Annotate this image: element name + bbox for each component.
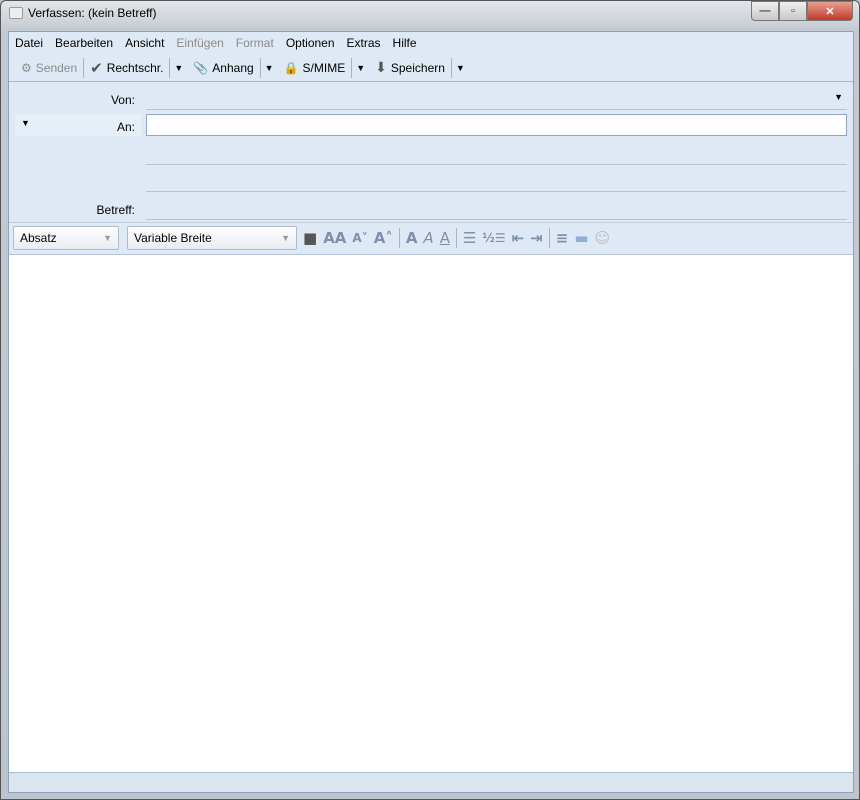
subject-label: Betreff:	[96, 203, 135, 217]
compose-window: Datei Bearbeiten Ansicht Einfügen Format…	[8, 31, 854, 793]
send-label: Senden	[35, 60, 78, 75]
save-button[interactable]: ⬇ Speichern	[369, 56, 451, 80]
format-toolbar: Absatz ▼ Variable Breite ▼ ■ AA A˅ A˄ A A …	[9, 222, 853, 252]
close-button[interactable]: ✕	[807, 1, 853, 21]
menu-datei[interactable]: Datei	[15, 36, 43, 50]
checkmark-icon: ✔	[90, 59, 103, 77]
from-select[interactable]	[146, 109, 847, 110]
message-body-editor[interactable]	[9, 254, 853, 772]
bold-icon[interactable]: A	[406, 229, 418, 247]
font-select[interactable]: Variable Breite ▼	[127, 225, 297, 250]
compose-toolbar: ⚙ Senden ✔ Rechtschr. ▼ 📎 Anhang ▼ 🔒 S/MIME …	[9, 54, 853, 82]
menu-hilfe[interactable]: Hilfe	[393, 36, 417, 50]
menu-extras[interactable]: Extras	[347, 36, 381, 50]
recipient-row-empty[interactable]	[146, 164, 847, 165]
smiley-icon[interactable]: ☺	[595, 229, 611, 247]
save-label: Speichern	[390, 60, 445, 75]
send-icon: ⚙	[21, 60, 32, 75]
attach-dropdown[interactable]: ▼	[261, 63, 278, 73]
recipient-row-empty[interactable]	[146, 191, 847, 192]
attach-button[interactable]: 📎 Anhang	[187, 56, 259, 80]
separator	[398, 227, 400, 248]
insert-image-icon[interactable]: ▬	[574, 229, 588, 247]
decrease-font-icon[interactable]: A˅	[352, 231, 367, 245]
window-title: Verfassen: (kein Betreff)	[28, 6, 157, 20]
to-input[interactable]	[146, 114, 847, 136]
smime-label: S/MIME	[302, 60, 346, 75]
window-frame: Verfassen: (kein Betreff) — ▫ ✕ Datei Be…	[0, 0, 860, 800]
maximize-button[interactable]: ▫	[779, 1, 807, 21]
text-color-icon[interactable]: ■	[303, 229, 317, 247]
menu-format[interactable]: Format	[236, 36, 274, 50]
separator	[455, 227, 457, 248]
chevron-down-icon: ▼	[281, 232, 290, 243]
menu-bearbeiten[interactable]: Bearbeiten	[55, 36, 113, 50]
font-value: Variable Breite	[134, 230, 212, 245]
menu-ansicht[interactable]: Ansicht	[125, 36, 164, 50]
save-dropdown[interactable]: ▼	[452, 63, 469, 73]
compose-app-icon	[9, 7, 23, 19]
from-label: Von:	[110, 93, 135, 107]
lock-icon: 🔒	[283, 60, 299, 75]
menu-bar: Datei Bearbeiten Ansicht Einfügen Format…	[9, 32, 853, 54]
separator	[548, 227, 550, 248]
spellcheck-button[interactable]: ✔ Rechtschr.	[84, 56, 169, 80]
status-bar	[9, 772, 853, 792]
indent-icon[interactable]: ⇥	[530, 229, 543, 247]
address-header: Von: ▼ ▼ An: Betreff:	[9, 82, 853, 222]
italic-icon[interactable]: A	[423, 229, 433, 247]
bullet-list-icon[interactable]: ☰	[463, 229, 476, 247]
download-arrow-icon: ⬇	[375, 59, 387, 75]
from-dropdown-icon[interactable]: ▼	[834, 92, 843, 102]
minimize-button[interactable]: —	[751, 1, 779, 21]
subject-input[interactable]	[146, 219, 847, 220]
align-icon[interactable]: ≡	[556, 229, 569, 247]
outdent-icon[interactable]: ⇤	[512, 229, 525, 247]
to-label: An:	[116, 120, 135, 134]
paragraph-select[interactable]: Absatz ▼	[13, 225, 119, 250]
font-size-icon[interactable]: AA	[323, 229, 346, 247]
smime-button[interactable]: 🔒 S/MIME	[278, 56, 352, 80]
attach-label: Anhang	[212, 60, 254, 75]
menu-optionen[interactable]: Optionen	[286, 36, 335, 50]
title-bar: Verfassen: (kein Betreff)	[9, 6, 157, 20]
numbered-list-icon[interactable]: ½☰	[482, 231, 505, 245]
spellcheck-label: Rechtschr.	[106, 60, 164, 75]
smime-dropdown[interactable]: ▼	[352, 63, 369, 73]
chevron-down-icon: ▼	[103, 232, 112, 243]
underline-icon[interactable]: A	[440, 229, 450, 247]
increase-font-icon[interactable]: A˄	[374, 229, 393, 247]
menu-einfuegen[interactable]: Einfügen	[176, 36, 223, 50]
paperclip-icon: 📎	[193, 60, 209, 75]
paragraph-value: Absatz	[20, 230, 57, 245]
send-button[interactable]: ⚙ Senden	[15, 56, 83, 80]
spellcheck-dropdown[interactable]: ▼	[170, 63, 187, 73]
